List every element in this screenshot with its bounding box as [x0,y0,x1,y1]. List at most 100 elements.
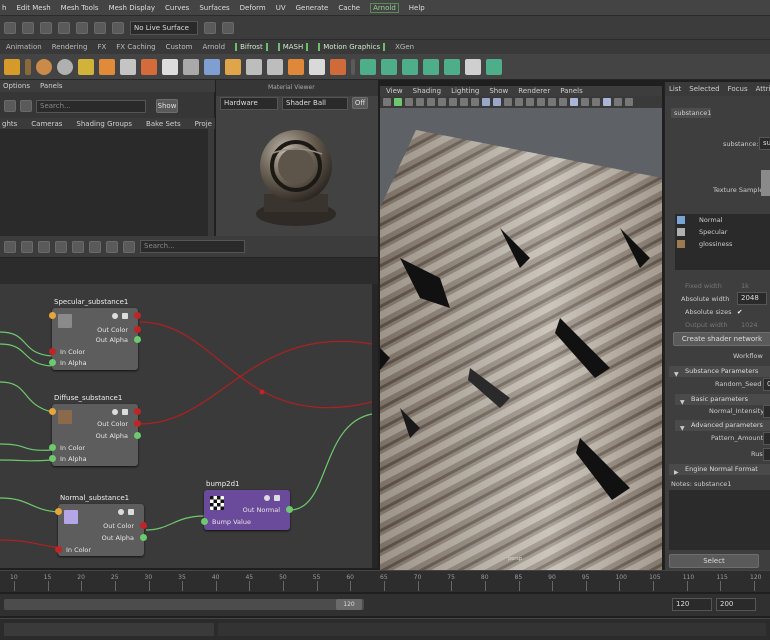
node-expand-icon[interactable] [122,409,128,415]
shelf-tab-fx[interactable]: FX [97,43,106,51]
ae-menu-selected[interactable]: Selected [689,85,719,93]
magnet-icon[interactable] [112,21,124,34]
safe-action-icon[interactable] [460,98,468,106]
render-settings-icon[interactable] [78,58,94,75]
hud-icon[interactable] [603,98,611,106]
menu-item-deform[interactable]: Deform [240,4,266,12]
menu-panels[interactable]: Panels [40,82,63,90]
wireframe-icon[interactable] [482,98,490,106]
input-port[interactable] [49,455,56,462]
output-port[interactable] [134,326,141,333]
browser-content[interactable] [0,129,208,236]
ao-icon[interactable] [537,98,545,106]
output-port[interactable] [134,336,141,343]
aa-icon[interactable] [559,98,567,106]
pattern-amount-field[interactable] [763,432,770,445]
section-basic-parameters[interactable]: ▼ Basic parameters [675,394,770,406]
isolate-icon[interactable] [570,98,578,106]
xray-joints-icon[interactable] [592,98,600,106]
image-plane-icon[interactable] [416,98,424,106]
output-port[interactable] [134,432,141,439]
snap-view-icon[interactable] [76,21,88,34]
menu-item-uv[interactable]: UV [276,4,286,12]
grid-icon[interactable] [246,58,262,75]
motion-blur-icon[interactable] [548,98,556,106]
menu-item-cache[interactable]: Cache [338,4,360,12]
output-port[interactable] [140,522,147,529]
ae-menu-attributes[interactable]: Attrib [756,85,770,93]
node-graph-canvas[interactable]: Specular_substance1 Out Color Out Alpha … [0,284,372,568]
menu-item-mesh-display[interactable]: Mesh Display [109,4,155,12]
grid-view-icon[interactable] [427,98,435,106]
camera-attr-icon[interactable] [394,98,402,106]
node-settings-icon[interactable] [264,495,270,501]
rearrange-icon[interactable] [106,240,118,253]
output-port[interactable] [134,312,141,319]
shelf-tab-rendering[interactable]: Rendering [52,43,88,51]
output-port[interactable] [286,506,293,513]
section-engine-normal-format[interactable]: ▶ Engine Normal Format [669,464,770,476]
sphere-light-icon[interactable] [36,58,52,75]
viewport-persp[interactable]: View Shading Lighting Show Renderer Pane… [380,86,662,570]
mash-signal-icon[interactable] [444,58,460,75]
texture-sample-swatch[interactable] [761,170,770,196]
section-advanced-parameters[interactable]: ▼ Advanced parameters [675,420,770,432]
create-shader-network-button[interactable]: Create shader network [673,332,770,346]
hierarchy-icon[interactable] [204,58,220,75]
menu-item-surfaces[interactable]: Surfaces [199,4,229,12]
snap-surface-icon[interactable] [94,21,106,34]
input-port[interactable] [49,444,56,451]
smooth-shade-icon[interactable] [493,98,501,106]
tab-cameras[interactable]: Cameras [31,120,62,128]
grid-toggle-icon[interactable] [21,240,33,253]
input-port[interactable] [49,359,56,366]
node-editor-scrollbar[interactable] [372,284,378,568]
renderer-select[interactable]: Hardware [220,96,278,110]
mash-dynamics-icon[interactable] [486,58,502,75]
input-port[interactable] [201,518,208,525]
output-port[interactable] [140,534,147,541]
node-expand-icon[interactable] [128,509,134,515]
menu-item-mesh-tools[interactable]: Mesh Tools [61,4,99,12]
input-port[interactable] [49,312,56,319]
range-slider[interactable] [4,599,364,610]
animation-end-field[interactable]: 200 [716,598,756,611]
absolute-width-select[interactable]: 2048 [737,292,767,305]
xray-icon[interactable] [581,98,589,106]
mash-grid-icon[interactable] [465,58,481,75]
field-value[interactable]: 1k [741,282,749,290]
field-value[interactable]: 1024 [741,321,758,329]
menu-item-file[interactable]: h [2,4,6,12]
film-gate-icon[interactable] [438,98,446,106]
absolute-sizes-checkbox[interactable]: ✔ [737,308,742,316]
menu-item-generate[interactable]: Generate [296,4,329,12]
remove-node-icon[interactable] [89,240,101,253]
node-expand-icon[interactable] [122,313,128,319]
vp-menu-lighting[interactable]: Lighting [451,87,479,95]
viewer-toggle-button[interactable]: Off [352,97,368,109]
normal-intensity-field[interactable] [763,405,770,418]
node-settings-icon[interactable] [112,313,118,319]
texture-icon[interactable] [330,58,346,75]
snap-point-icon[interactable] [58,21,70,34]
graph-layout-icon[interactable] [4,240,16,253]
camera-select-icon[interactable] [383,98,391,106]
rust-field[interactable] [763,448,770,461]
shelf-tab-fx-caching[interactable]: FX Caching [116,43,155,51]
notes-textarea[interactable] [669,490,770,550]
section-substance-parameters[interactable]: ▼ Substance Parameters [669,366,770,378]
tab-projects[interactable]: Proje [195,120,212,128]
tab-lights[interactable]: ghts [2,120,17,128]
select-mode-icon[interactable] [4,21,16,34]
vp-menu-view[interactable]: View [386,87,403,95]
cross-icon[interactable] [309,58,325,75]
output-port[interactable] [134,408,141,415]
menu-item-curves[interactable]: Curves [165,4,189,12]
node-expand-icon[interactable] [274,495,280,501]
mash-distribute-icon[interactable] [381,58,397,75]
snap-grid-icon[interactable] [22,21,34,34]
select-button[interactable]: Select [669,554,759,568]
bookmark-icon[interactable] [405,98,413,106]
ae-menu-list[interactable]: List [669,85,681,93]
textured-icon[interactable] [504,98,512,106]
